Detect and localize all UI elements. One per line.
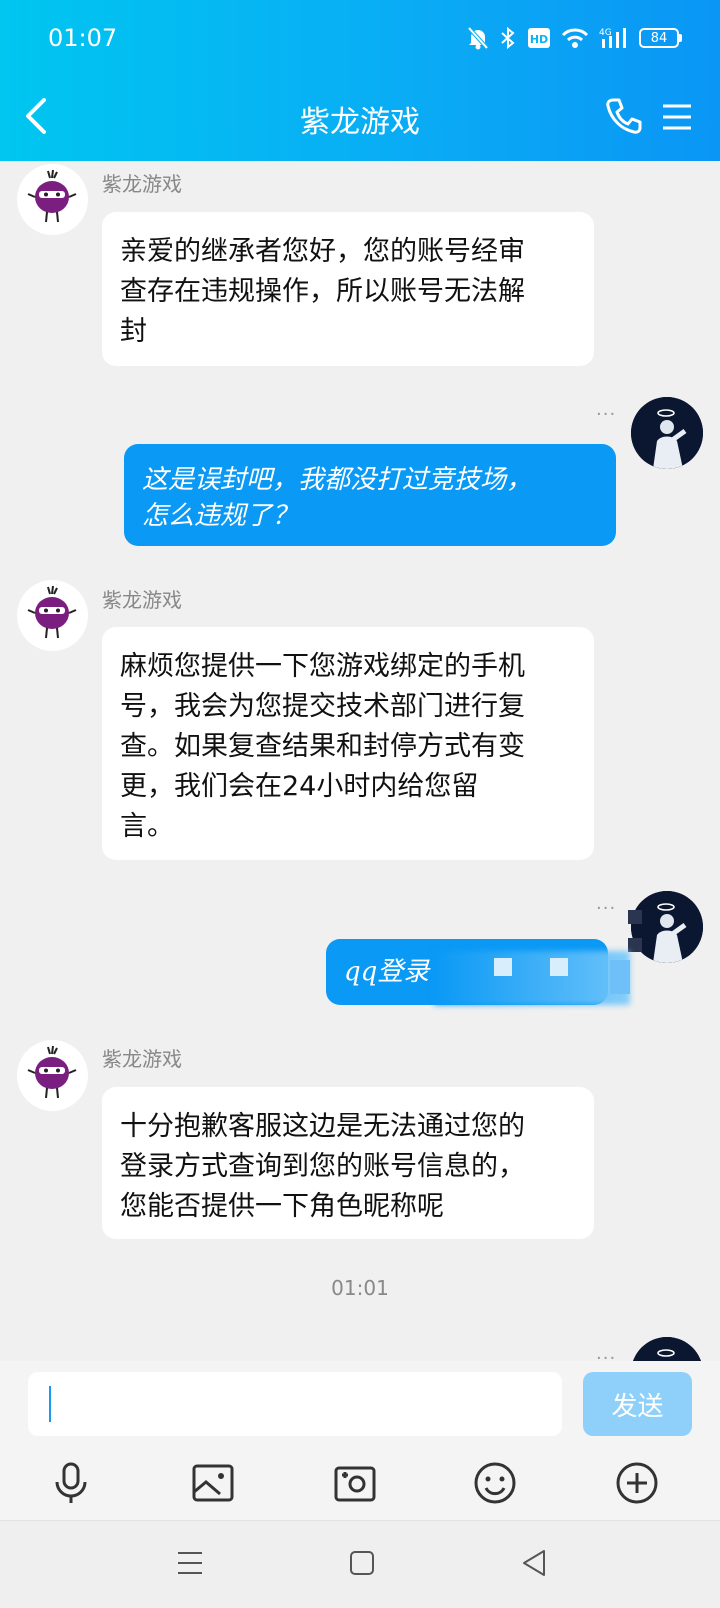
mascot-icon	[27, 169, 77, 223]
plus-icon[interactable]	[614, 1460, 660, 1506]
send-button[interactable]: 发送	[583, 1372, 692, 1436]
status-time: 01:07	[48, 24, 118, 52]
message-input[interactable]	[28, 1372, 562, 1436]
bluetooth-icon	[501, 26, 515, 50]
incoming-message[interactable]: 十分抱歉客服这边是无法通过您的 登录方式查询到您的账号信息的， 您能否提供一下角…	[102, 1087, 594, 1239]
more-dots[interactable]: ···	[596, 404, 616, 425]
sender-name: 紫龙游戏	[102, 172, 182, 196]
message-line: 麻烦您提供一下您游戏绑定的手机	[120, 651, 525, 682]
header: 01:07 HD 4G 84 紫龙游戏	[0, 0, 720, 161]
bot-avatar[interactable]	[17, 1040, 88, 1111]
recent-apps-icon[interactable]	[174, 1547, 206, 1579]
hd-icon: HD	[528, 28, 550, 48]
phone-icon[interactable]	[604, 96, 644, 136]
incoming-message[interactable]: 麻烦您提供一下您游戏绑定的手机 号，我会为您提交技术部门进行复 查。如果复查结果…	[102, 627, 594, 860]
text-caret	[49, 1386, 51, 1422]
mosaic-block	[494, 958, 512, 976]
status-icons: HD 4G 84	[467, 26, 682, 50]
input-bar: 发送	[0, 1361, 720, 1446]
user-avatar[interactable]	[631, 1337, 703, 1361]
profile-photo-icon	[631, 891, 703, 963]
message-line: 怎么违规了？	[142, 501, 299, 531]
profile-photo-icon	[631, 397, 703, 469]
toolbar	[0, 1446, 720, 1521]
image-icon[interactable]	[190, 1460, 236, 1506]
user-avatar[interactable]	[631, 397, 703, 469]
message-line: 号，我会为您提交技术部门进行复	[120, 691, 525, 722]
home-icon[interactable]	[346, 1547, 378, 1579]
message-line: 登录方式查询到您的账号信息的，	[120, 1151, 525, 1182]
message-line: 查。如果复查结果和封停方式有变	[120, 731, 525, 762]
message-line: qq登录	[344, 957, 430, 987]
sender-name: 紫龙游戏	[102, 588, 182, 612]
mascot-icon	[27, 1045, 77, 1099]
battery-level: 84	[639, 28, 679, 48]
navigation-bar	[0, 1521, 720, 1608]
user-avatar[interactable]	[631, 891, 703, 963]
mosaic-block	[610, 960, 630, 994]
back-nav-icon[interactable]	[518, 1547, 550, 1579]
outgoing-message[interactable]: 这是误封吧，我都没打过竞技场， 怎么违规了？	[124, 444, 616, 546]
message-line: 您能否提供一下角色昵称呢	[120, 1191, 444, 1222]
wifi-icon	[561, 28, 589, 48]
camera-icon[interactable]	[332, 1460, 378, 1506]
redacted-phone-number	[434, 951, 630, 1005]
message-line: 更，我们会在24小时内给您留	[120, 771, 479, 802]
bot-avatar[interactable]	[17, 164, 88, 235]
sender-name: 紫龙游戏	[102, 1047, 182, 1071]
profile-photo-icon	[631, 1337, 703, 1361]
mosaic-block	[550, 958, 568, 976]
signal-icon: 4G	[599, 28, 626, 48]
mosaic-block	[628, 938, 642, 952]
mosaic-block	[628, 910, 642, 924]
incoming-message[interactable]: 亲爱的继承者您好，您的账号经审 查存在违规操作，所以账号无法解 封	[102, 212, 594, 366]
message-line: 封	[120, 316, 147, 347]
message-line: 十分抱歉客服这边是无法通过您的	[120, 1111, 525, 1142]
mute-icon	[467, 26, 489, 50]
timestamp: 01:01	[331, 1276, 389, 1300]
bot-avatar[interactable]	[17, 580, 88, 651]
menu-icon[interactable]	[660, 100, 694, 134]
message-line: 亲爱的继承者您好，您的账号经审	[120, 236, 525, 267]
chat-area[interactable]: 紫龙游戏 亲爱的继承者您好，您的账号经审 查存在违规操作，所以账号无法解 封 ·…	[0, 161, 720, 1361]
battery-icon: 84	[639, 28, 682, 48]
svg-text:HD: HD	[530, 33, 548, 46]
microphone-icon[interactable]	[48, 1460, 94, 1506]
more-dots[interactable]: ···	[596, 1348, 616, 1361]
mascot-icon	[27, 585, 77, 639]
message-line: 言。	[120, 811, 174, 842]
more-dots[interactable]: ···	[596, 898, 616, 919]
emoji-icon[interactable]	[472, 1460, 518, 1506]
message-line: 这是误封吧，我都没打过竞技场，	[142, 465, 533, 495]
message-line: 查存在违规操作，所以账号无法解	[120, 276, 525, 307]
